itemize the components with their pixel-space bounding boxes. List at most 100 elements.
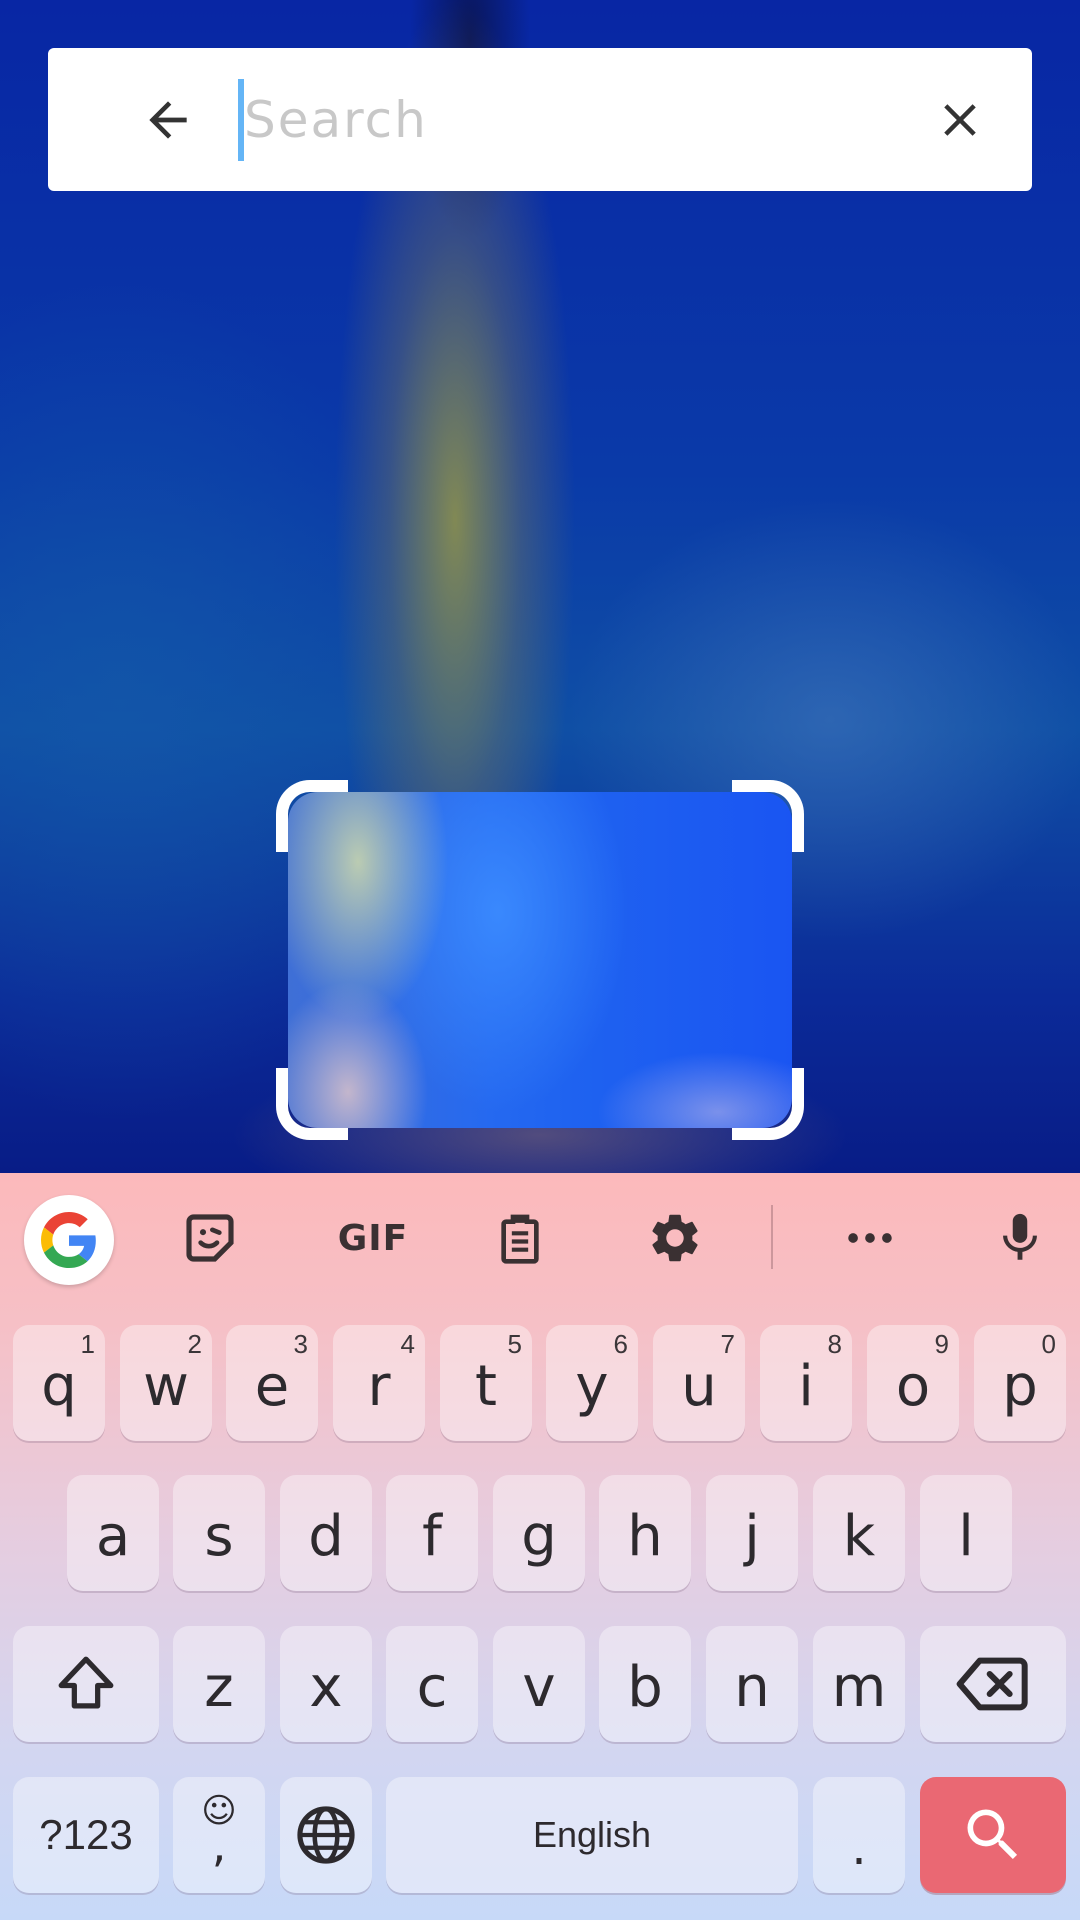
key-hint: 9 (934, 1329, 949, 1359)
cropped-image-preview (288, 792, 792, 1128)
key-q[interactable]: 1q (13, 1325, 105, 1441)
key-hint: 6 (613, 1329, 628, 1359)
key-label: h (627, 1503, 663, 1569)
key-a[interactable]: a (67, 1475, 159, 1591)
image-crop-frame[interactable] (276, 780, 804, 1140)
key-hint: 0 (1041, 1329, 1056, 1359)
clear-button[interactable] (910, 70, 1010, 170)
key-i[interactable]: 8i (760, 1325, 852, 1441)
key-d[interactable]: d (280, 1475, 372, 1591)
shift-key[interactable] (13, 1626, 159, 1742)
key-e[interactable]: 3e (226, 1325, 318, 1441)
settings-button[interactable] (630, 1193, 720, 1283)
key-g[interactable]: g (493, 1475, 585, 1591)
clipboard-button[interactable] (475, 1193, 565, 1283)
key-hint: 5 (507, 1329, 522, 1359)
crop-handle-bottom-left[interactable] (276, 1068, 348, 1140)
key-p[interactable]: 0p (974, 1325, 1066, 1441)
search-key[interactable] (920, 1777, 1066, 1893)
key-s[interactable]: s (173, 1475, 265, 1591)
keyboard: GIF 1q 2w 3 e 4 r 5 t 6 y 7 u 8 i 9 o 0 … (0, 1173, 1080, 1920)
emoji-comma-key[interactable]: ☺ , (173, 1777, 265, 1893)
sticker-icon (186, 1214, 234, 1262)
key-label: ?123 (39, 1811, 133, 1858)
sticker-button[interactable] (165, 1193, 255, 1283)
key-j[interactable]: j (706, 1475, 798, 1591)
key-hint: 8 (827, 1329, 842, 1359)
crop-handle-top-right[interactable] (732, 780, 804, 852)
key-z[interactable]: z (173, 1626, 265, 1742)
keyboard-toolbar: GIF (0, 1173, 1080, 1303)
key-label: i (798, 1353, 814, 1419)
key-label: c (416, 1654, 448, 1720)
mic-icon (1003, 1213, 1037, 1260)
language-key[interactable] (280, 1777, 372, 1893)
key-label: x (309, 1654, 343, 1720)
key-label: v (522, 1654, 556, 1720)
key-label: e (254, 1353, 290, 1419)
key-label: English (532, 1814, 652, 1855)
key-hint: 2 (187, 1329, 202, 1359)
google-icon (41, 1212, 96, 1268)
key-k[interactable]: k (813, 1475, 905, 1591)
key-v[interactable]: v (493, 1626, 585, 1742)
key-x[interactable]: x (280, 1626, 372, 1742)
key-label: b (627, 1654, 663, 1720)
key-hint: 1 (80, 1329, 95, 1359)
key-label: l (958, 1503, 974, 1569)
key-r[interactable]: 4r (333, 1325, 425, 1441)
key-hint: 3 (293, 1329, 308, 1359)
key-y[interactable]: 6y (546, 1325, 638, 1441)
key-label: y (575, 1353, 609, 1419)
symbols-key[interactable]: ?123 (13, 1777, 159, 1893)
key-label: , (211, 1818, 227, 1872)
key-label: k (842, 1503, 876, 1569)
key-l[interactable]: l (920, 1475, 1012, 1591)
google-button[interactable] (24, 1195, 114, 1285)
search-icon (967, 1809, 1018, 1860)
key-label: r (367, 1353, 391, 1419)
key-label: j (744, 1503, 760, 1569)
key-t[interactable]: 5t (440, 1325, 532, 1441)
key-n[interactable]: n (706, 1626, 798, 1742)
key-o[interactable]: 9o (867, 1325, 959, 1441)
backspace-icon (956, 1657, 1028, 1711)
key-label: t (475, 1353, 497, 1419)
key-h[interactable]: h (599, 1475, 691, 1591)
gif-button[interactable]: GIF (318, 1193, 428, 1283)
toolbar-divider (771, 1205, 773, 1269)
key-f[interactable]: f (386, 1475, 478, 1591)
period-key[interactable]: . (813, 1777, 905, 1893)
back-button[interactable] (118, 70, 218, 170)
space-key[interactable]: English (386, 1777, 798, 1893)
key-c[interactable]: c (386, 1626, 478, 1742)
close-icon (944, 103, 976, 136)
key-label: d (308, 1503, 344, 1569)
key-label: o (895, 1353, 931, 1419)
key-label: z (204, 1654, 234, 1720)
key-b[interactable]: b (599, 1626, 691, 1742)
gif-label: GIF (337, 1217, 409, 1259)
search-bar (48, 48, 1032, 191)
crop-handle-top-left[interactable] (276, 780, 348, 852)
settings-icon (652, 1214, 698, 1262)
key-label: w (143, 1353, 189, 1419)
key-label: f (422, 1503, 442, 1569)
key-label: p (1002, 1353, 1038, 1419)
key-u[interactable]: 7u (653, 1325, 745, 1441)
voice-input-button[interactable] (975, 1193, 1065, 1283)
key-label: u (681, 1353, 717, 1419)
backspace-key[interactable] (920, 1626, 1066, 1742)
key-label: . (851, 1820, 867, 1876)
search-input[interactable] (238, 78, 910, 161)
key-m[interactable]: m (813, 1626, 905, 1742)
key-w[interactable]: 2w (120, 1325, 212, 1441)
shift-icon (58, 1656, 114, 1709)
key-label: q (41, 1353, 77, 1419)
key-label: m (831, 1654, 887, 1720)
crop-handle-bottom-right[interactable] (732, 1068, 804, 1140)
globe-icon (297, 1806, 355, 1864)
key-hint: 4 (400, 1329, 415, 1359)
more-button[interactable] (825, 1193, 915, 1283)
more-icon (848, 1233, 892, 1243)
